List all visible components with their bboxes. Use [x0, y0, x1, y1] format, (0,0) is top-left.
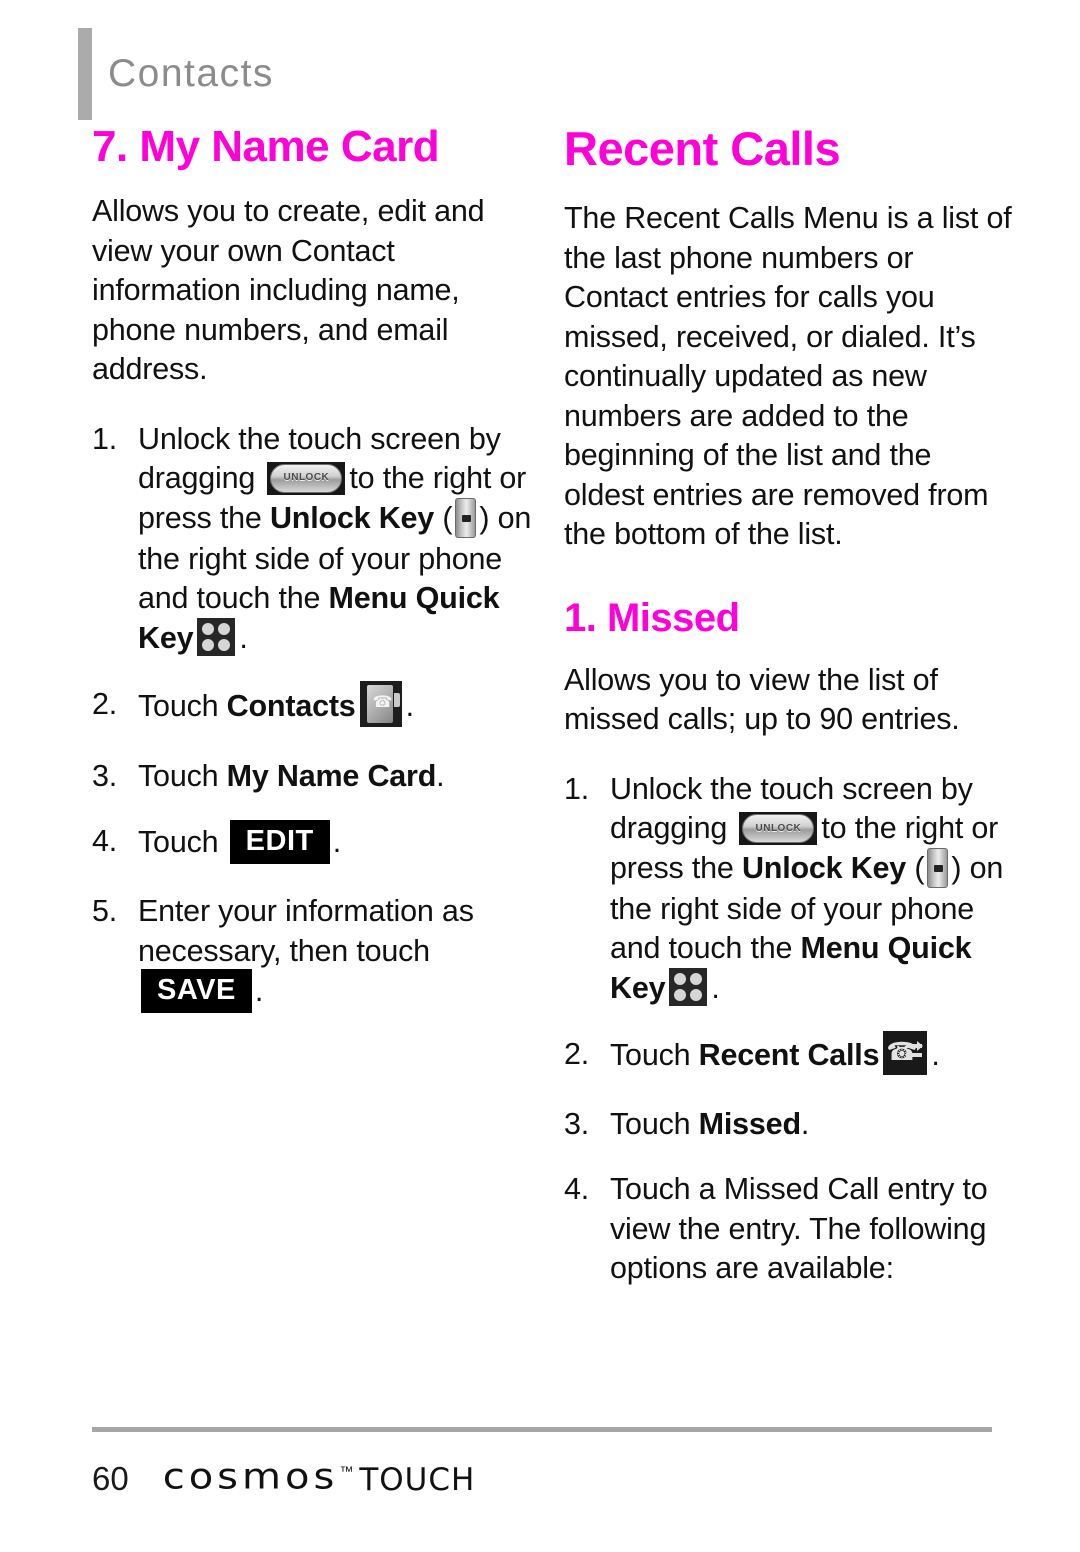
- paren-open: (: [442, 500, 453, 535]
- unlock-slider-icon: UNLOCK: [739, 811, 818, 845]
- header-rule-bar: [78, 28, 92, 120]
- step-period: .: [436, 758, 445, 793]
- step-number: 1.: [92, 421, 118, 456]
- step-text: Enter your information as necessary, the…: [138, 894, 474, 968]
- footer-row: 60 cosmos ™ TOUCH: [92, 1454, 992, 1500]
- step-number: 3.: [564, 1106, 590, 1141]
- running-header: Contacts: [78, 28, 274, 120]
- unlock-key-icon: [455, 497, 477, 538]
- left-intro-paragraph: Allows you to create, edit and view your…: [92, 194, 485, 387]
- step-period: .: [239, 620, 248, 655]
- paren-close: ): [951, 850, 962, 885]
- brand-logo: cosmos ™ TOUCH: [163, 1454, 476, 1500]
- save-softkey[interactable]: SAVE: [141, 969, 252, 1014]
- recent-calls-icon: ☎: [883, 1030, 928, 1075]
- page-title: 7. My Name Card: [92, 122, 440, 171]
- step-text: Touch a Missed Call entry to view the en…: [610, 1172, 988, 1286]
- right-steps-list: 1. Unlock the touch screen by dragging UN…: [564, 770, 1014, 1289]
- brand-suffix: TOUCH: [359, 1462, 476, 1498]
- list-item: 3. Touch My Name Card.: [92, 757, 542, 797]
- unlock-key-term: Unlock Key: [741, 850, 907, 885]
- list-item: 2. Touch Contacts ☎.: [92, 680, 542, 731]
- step-period: .: [254, 974, 264, 1009]
- contacts-term: Contacts: [226, 688, 356, 723]
- unlock-slider-label: UNLOCK: [755, 822, 802, 834]
- step-number: 1.: [564, 771, 590, 806]
- page-columns: 7. My Name Card Allows you to create, ed…: [0, 122, 1080, 1315]
- step-period: .: [931, 1037, 940, 1072]
- step-text: Touch: [138, 825, 219, 860]
- step-period: .: [711, 970, 720, 1005]
- missed-intro-paragraph: Allows you to view the list of missed ca…: [564, 662, 960, 737]
- left-steps-list: 1. Unlock the touch screen by dragging UN…: [92, 420, 542, 1015]
- page-number: 60: [92, 1460, 129, 1497]
- step-number: 4.: [92, 824, 118, 859]
- paren-close: ): [479, 500, 490, 535]
- step-text: Touch: [138, 758, 219, 793]
- list-item: 5. Enter your information as necessary, t…: [92, 892, 542, 1015]
- list-item: 3. Touch Missed.: [564, 1105, 1014, 1145]
- step-number: 2.: [92, 686, 118, 721]
- right-intro-paragraph: The Recent Calls Menu is a list of the l…: [564, 201, 1012, 552]
- right-column: Recent Calls The Recent Calls Menu is a …: [564, 124, 1014, 1315]
- step-period: .: [332, 825, 342, 860]
- page-footer: 60 cosmos ™ TOUCH: [92, 1427, 992, 1500]
- trademark-symbol: ™: [339, 1463, 354, 1479]
- recent-calls-term: Recent Calls: [698, 1037, 880, 1072]
- unlock-slider-label: UNLOCK: [283, 472, 330, 484]
- unlock-key-icon: [927, 847, 949, 888]
- left-column: 7. My Name Card Allows you to create, ed…: [92, 122, 542, 1315]
- brand-name: cosmos: [162, 1456, 339, 1498]
- footer-rule: [92, 1427, 992, 1432]
- recent-calls-title: Recent Calls: [564, 122, 841, 175]
- step-number: 2.: [564, 1036, 590, 1071]
- edit-softkey[interactable]: EDIT: [229, 820, 330, 865]
- step-period: .: [800, 1106, 810, 1141]
- step-text: Touch: [610, 1106, 691, 1141]
- unlock-slider-icon: UNLOCK: [267, 461, 346, 495]
- paren-open: (: [914, 850, 925, 885]
- menu-quick-key-icon: [669, 967, 708, 1006]
- contacts-icon: ☎: [359, 680, 402, 727]
- chapter-title: Contacts: [108, 52, 274, 95]
- step-number: 3.: [92, 758, 118, 793]
- list-item: 2. Touch Recent Calls ☎.: [564, 1030, 1014, 1079]
- menu-quick-key-icon: [197, 617, 236, 656]
- missed-term: Missed: [698, 1106, 801, 1141]
- list-item: 1. Unlock the touch screen by dragging UN…: [564, 770, 1014, 1009]
- step-text: Touch: [610, 1037, 691, 1072]
- list-item: 1. Unlock the touch screen by dragging UN…: [92, 420, 542, 659]
- my-name-card-term: My Name Card: [226, 758, 437, 793]
- list-item: 4. Touch EDIT.: [92, 820, 542, 866]
- list-item: 4. Touch a Missed Call entry to view the …: [564, 1170, 1014, 1289]
- step-number: 5.: [92, 894, 118, 929]
- step-period: .: [405, 688, 414, 723]
- step-text: Touch: [138, 688, 219, 723]
- unlock-key-term: Unlock Key: [269, 500, 435, 535]
- step-number: 4.: [564, 1172, 590, 1207]
- missed-subsection-title: 1. Missed: [564, 595, 740, 640]
